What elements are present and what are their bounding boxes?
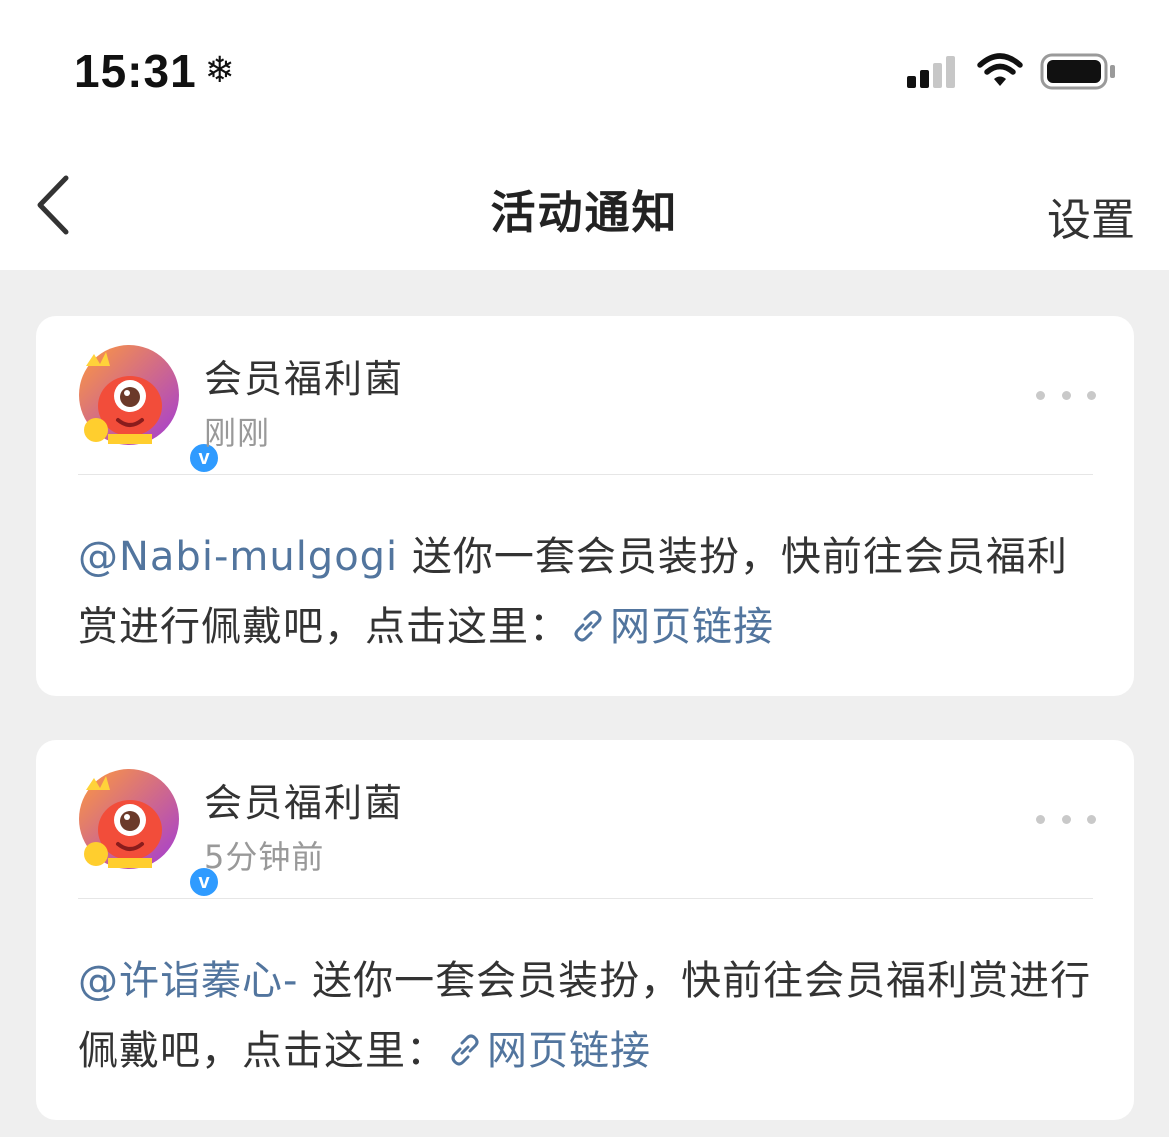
mention-link[interactable]: @Nabi-mulgogi [78, 534, 398, 580]
status-bar: 15:31 ❄ [0, 0, 1169, 140]
status-time-group: 15:31 ❄ [74, 44, 235, 98]
sender-name[interactable]: 会员福利菌 [204, 348, 404, 403]
cellular-signal-icon [907, 56, 955, 88]
dot-icon [1087, 814, 1096, 824]
avatar[interactable]: v [78, 768, 222, 900]
message-text: @Nabi-mulgogi 送你一套会员装扮，快前往会员福利赏进行佩戴吧，点击这… [78, 522, 1098, 662]
web-link-label: 网页链接 [487, 1028, 651, 1074]
divider [78, 474, 1093, 475]
status-time: 15:31 [74, 45, 197, 97]
snowflake-icon: ❄ [204, 50, 235, 91]
mention-link[interactable]: @许诣蓁心- [78, 958, 298, 1004]
battery-icon [1040, 53, 1115, 90]
message-text: @许诣蓁心- 送你一套会员装扮，快前往会员福利赏进行佩戴吧，点击这里： 网页链接 [78, 946, 1098, 1086]
notification-card: v 会员福利菌 5分钟前 @许诣蓁心- 送你一套会员装扮，快前往会员福利赏进行佩… [36, 740, 1134, 1120]
dot-icon [1036, 814, 1045, 824]
sender-name[interactable]: 会员福利菌 [204, 772, 404, 827]
dot-icon [1061, 390, 1071, 400]
web-link[interactable]: 网页链接 [570, 604, 774, 650]
more-options-button[interactable] [1036, 810, 1096, 828]
link-icon [574, 610, 602, 642]
navigation-bar: 活动通知 设置 [0, 140, 1169, 270]
dot-icon [1036, 390, 1045, 400]
link-icon [451, 1034, 479, 1066]
divider [78, 898, 1093, 899]
notification-card: v 会员福利菌 刚刚 @Nabi-mulgogi 送你一套会员装扮，快前往会员福… [36, 316, 1134, 696]
timestamp: 5分钟前 [204, 838, 325, 876]
avatar[interactable]: v [78, 344, 222, 476]
web-link[interactable]: 网页链接 [447, 1028, 651, 1074]
dot-icon [1061, 814, 1071, 824]
mascot-avatar-icon [79, 345, 179, 445]
page-title: 活动通知 [490, 186, 679, 239]
dot-icon [1087, 390, 1096, 400]
mascot-avatar-icon [79, 769, 179, 869]
timestamp: 刚刚 [204, 414, 271, 452]
settings-button[interactable]: 设置 [1047, 184, 1135, 248]
web-link-label: 网页链接 [610, 604, 774, 650]
more-options-button[interactable] [1036, 386, 1096, 404]
wifi-icon [977, 53, 1023, 86]
